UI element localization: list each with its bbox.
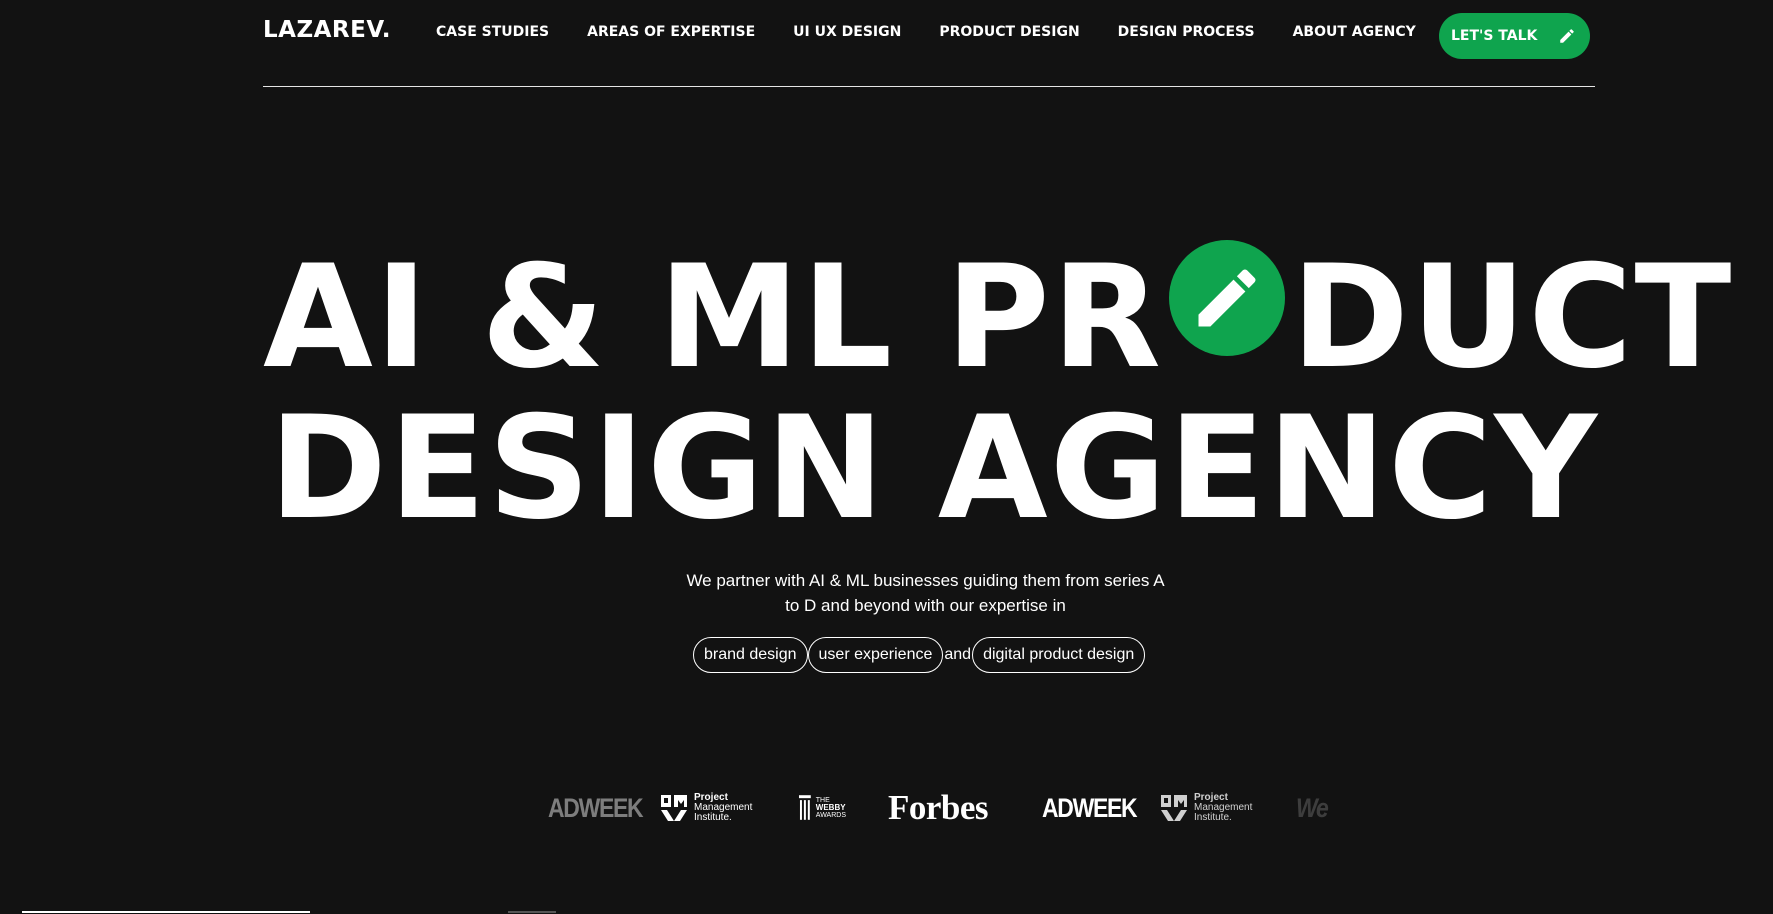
webby-line-3: AWARDS — [815, 812, 846, 819]
nav-ui-ux-design[interactable]: UI UX DESIGN — [793, 24, 901, 40]
pmi2-line-3: Institute. — [1194, 812, 1232, 823]
tag-digital-product-design[interactable]: digital product design — [972, 637, 1146, 673]
nav-product-design[interactable]: PRODUCT DESIGN — [939, 24, 1079, 40]
adweek-logo-2: ADWEEK — [1042, 792, 1138, 823]
headline-part-1: AI & ML PR — [263, 235, 1164, 400]
main-nav: CASE STUDIES AREAS OF EXPERTISE UI UX DE… — [436, 24, 1454, 40]
headline-part-2: DUCT — [1291, 235, 1734, 400]
webby-line-2: WEBBY — [815, 803, 846, 812]
lets-talk-label: LET'S TALK — [1451, 28, 1538, 44]
headline-line-1: AI & ML PR DUCT — [263, 240, 1733, 389]
webby-logo-partial: We — [1296, 792, 1329, 823]
adweek-logo: ADWEEK — [548, 792, 644, 823]
expertise-tags: brand design user experience and digital… — [693, 637, 1146, 673]
headline-line-2: DESIGN AGENCY — [269, 386, 1600, 551]
pmi-mark-icon — [661, 795, 687, 821]
scroll-progress-segment — [508, 911, 556, 913]
pencil-icon — [1558, 27, 1576, 45]
tag-user-experience[interactable]: user experience — [807, 637, 944, 673]
nav-case-studies[interactable]: CASE STUDIES — [436, 24, 549, 40]
header: LAZAREV. CASE STUDIES AREAS OF EXPERTISE… — [263, 0, 1595, 87]
hero-description: We partner with AI & ML businesses guidi… — [686, 571, 1165, 615]
pmi-line-3: Institute. — [694, 812, 732, 823]
pmi-mark-icon-2 — [1161, 795, 1187, 821]
tag-brand-design[interactable]: brand design — [693, 637, 808, 673]
page: LAZAREV. CASE STUDIES AREAS OF EXPERTISE… — [0, 0, 1773, 914]
webby-logo: THE WEBBY AWARDS — [798, 793, 846, 823]
scroll-progress-bar — [22, 911, 310, 913]
pmi-logo: Project Management Institute. — [660, 793, 760, 823]
webby-mark-icon — [798, 795, 811, 820]
logo[interactable]: LAZAREV. — [263, 17, 391, 43]
press-logos: ADWEEK Project Management Institute. THE… — [548, 778, 1348, 838]
lets-talk-button[interactable]: LET'S TALK — [1439, 13, 1590, 59]
and-text: and — [944, 646, 972, 663]
nav-about-agency[interactable]: ABOUT AGENCY — [1293, 24, 1416, 40]
forbes-logo: Forbes — [888, 788, 989, 827]
pmi-logo-2: Project Management Institute. — [1160, 793, 1260, 823]
nav-design-process[interactable]: DESIGN PROCESS — [1118, 24, 1255, 40]
nav-areas-of-expertise[interactable]: AREAS OF EXPERTISE — [587, 24, 755, 40]
pencil-badge-icon — [1169, 240, 1286, 356]
